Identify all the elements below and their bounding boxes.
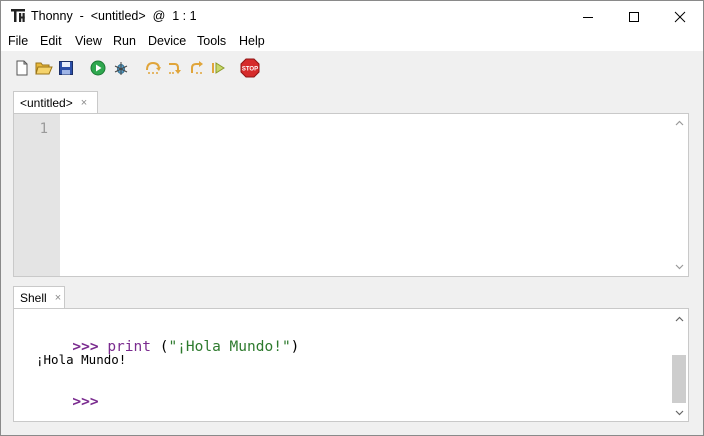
stop-icon: STOP: [240, 58, 260, 78]
menu-tools[interactable]: Tools: [197, 34, 226, 48]
editor: 1: [13, 113, 689, 277]
shell-prompt-line: >>>: [20, 378, 99, 426]
tab-close-icon[interactable]: ×: [81, 97, 87, 109]
toolbar: STOP: [1, 53, 703, 83]
thonny-window: Thonny - <untitled> @ 1 : 1 File Edit Vi…: [0, 0, 704, 436]
step-out-icon: [191, 61, 203, 74]
shell-command-close: ): [290, 339, 300, 355]
step-into-button[interactable]: [165, 58, 185, 78]
line-number-gutter: 1: [14, 114, 60, 276]
editor-scrollbar[interactable]: [671, 114, 688, 276]
step-over-icon: [146, 61, 161, 74]
shell-output: ¡Hola Mundo!: [36, 352, 127, 367]
tab-shell[interactable]: Shell ×: [13, 286, 65, 308]
maximize-button[interactable]: [611, 1, 657, 32]
menu-run[interactable]: Run: [113, 34, 136, 48]
close-icon: [674, 11, 686, 22]
code-editor-area[interactable]: [60, 114, 672, 276]
shell-prompt: >>>: [72, 394, 99, 410]
window-title: Thonny - <untitled> @ 1 : 1: [31, 9, 197, 23]
new-file-button[interactable]: [12, 58, 32, 78]
save-icon: [59, 61, 73, 75]
minimize-icon: [583, 16, 593, 18]
step-over-button[interactable]: [143, 58, 163, 78]
minimize-button[interactable]: [565, 1, 611, 32]
open-file-icon: [35, 62, 53, 75]
tab-label: Shell: [20, 290, 47, 305]
menu-edit[interactable]: Edit: [40, 34, 62, 48]
open-file-button[interactable]: [34, 58, 54, 78]
shell-scrollbar-thumb[interactable]: [672, 355, 686, 403]
shell-command-string: "¡Hola Mundo!": [168, 339, 291, 355]
scroll-up-icon[interactable]: [675, 119, 684, 128]
run-button[interactable]: [88, 58, 108, 78]
menu-bar: File Edit View Run Device Tools Help: [1, 32, 703, 51]
scroll-down-icon[interactable]: [675, 408, 684, 417]
step-into-icon: [169, 63, 181, 74]
title-bar[interactable]: Thonny - <untitled> @ 1 : 1: [1, 1, 703, 32]
menu-help[interactable]: Help: [239, 34, 265, 48]
save-button[interactable]: [56, 58, 76, 78]
menu-device[interactable]: Device: [148, 34, 186, 48]
resume-button[interactable]: [209, 58, 229, 78]
menu-view[interactable]: View: [75, 34, 102, 48]
step-out-button[interactable]: [187, 58, 207, 78]
line-number: 1: [39, 121, 48, 137]
scroll-up-icon[interactable]: [675, 315, 684, 324]
maximize-icon: [629, 11, 639, 22]
debug-icon: [114, 62, 128, 75]
stop-label: STOP: [242, 67, 258, 73]
tab-close-icon[interactable]: ×: [55, 292, 61, 304]
tab-label: <untitled>: [20, 95, 73, 110]
menu-file[interactable]: File: [8, 34, 28, 48]
stop-button[interactable]: STOP: [240, 58, 260, 78]
shell-scrollbar[interactable]: [671, 309, 688, 421]
debug-button[interactable]: [111, 58, 131, 78]
close-button[interactable]: [657, 1, 703, 32]
new-file-icon: [16, 60, 28, 76]
scroll-down-icon[interactable]: [675, 262, 684, 271]
run-icon: [90, 60, 106, 76]
resume-icon: [212, 62, 225, 74]
tab-untitled[interactable]: <untitled> ×: [13, 91, 98, 113]
shell[interactable]: >>> print ("¡Hola Mundo!") ¡Hola Mundo! …: [13, 308, 689, 422]
thonny-logo-icon: [10, 8, 26, 24]
